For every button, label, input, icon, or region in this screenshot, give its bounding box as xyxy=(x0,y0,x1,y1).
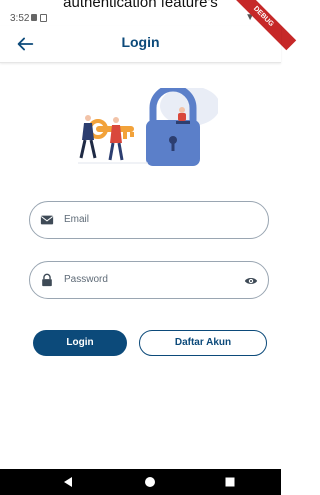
password-field[interactable]: Password xyxy=(29,261,269,299)
login-button[interactable]: Login xyxy=(33,330,127,356)
page-title: Login xyxy=(121,34,160,50)
status-time: 3:52 xyxy=(10,13,30,24)
email-icon xyxy=(40,215,54,225)
system-nav-bar xyxy=(0,469,281,495)
password-placeholder: Password xyxy=(64,274,108,285)
email-field[interactable]: Email xyxy=(29,201,269,239)
app-bar: Login xyxy=(0,26,281,63)
notification-icon xyxy=(31,14,37,21)
lock-illustration xyxy=(78,88,218,166)
lock-icon xyxy=(42,273,52,287)
nav-back-icon[interactable] xyxy=(62,476,74,488)
nav-home-icon[interactable] xyxy=(144,476,156,488)
notification-icon xyxy=(40,14,47,22)
register-button[interactable]: Daftar Akun xyxy=(139,330,267,356)
eye-icon[interactable] xyxy=(244,274,258,288)
email-placeholder: Email xyxy=(64,214,90,225)
nav-recents-icon[interactable] xyxy=(224,476,236,488)
